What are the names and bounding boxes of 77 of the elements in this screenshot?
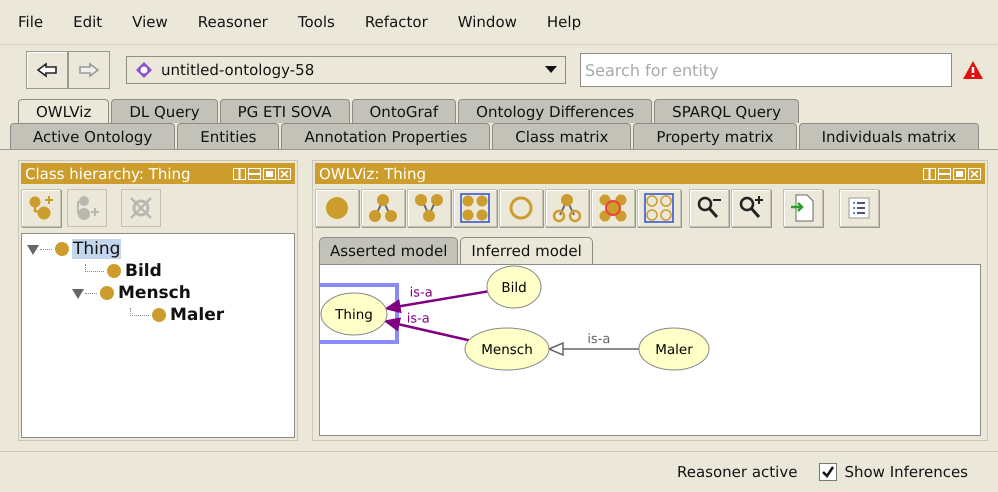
- checkmark-icon: [822, 466, 834, 478]
- zoom-in-button[interactable]: [731, 189, 771, 227]
- toolbar-button[interactable]: [453, 189, 497, 227]
- zoom-in-icon: [738, 195, 764, 221]
- options-button[interactable]: [839, 189, 879, 227]
- toolbar-button[interactable]: [591, 189, 635, 227]
- tab[interactable]: PG ETI SOVA: [220, 99, 350, 123]
- back-arrow-icon: [36, 62, 58, 78]
- search-field[interactable]: Search for entity: [580, 53, 952, 87]
- model-tab[interactable]: Asserted model: [319, 237, 458, 264]
- back-button[interactable]: [26, 51, 68, 89]
- menu-item[interactable]: Reasoner: [190, 9, 276, 35]
- node-label: Thing: [335, 307, 373, 323]
- show-inferences-checkbox[interactable]: [819, 463, 838, 481]
- zoom-out-icon: [696, 195, 722, 221]
- class-merge-icon: [413, 192, 445, 224]
- add-subclass-icon: [28, 195, 54, 221]
- checkbox-label: Show Inferences: [844, 463, 968, 481]
- class-icon: [100, 286, 114, 300]
- tab[interactable]: Entities: [177, 123, 280, 149]
- expand-toggle-icon[interactable]: [26, 242, 40, 256]
- expand-toggle-icon[interactable]: [71, 286, 85, 300]
- class-node[interactable]: [638, 328, 710, 370]
- class-node[interactable]: [486, 266, 542, 308]
- menu-item[interactable]: Help: [538, 9, 590, 35]
- ring-tree-icon: [551, 192, 583, 224]
- tree-item[interactable]: Thing: [72, 239, 122, 259]
- panel-title: Class hierarchy: Thing: [25, 164, 191, 182]
- delete-class-icon: [128, 195, 154, 221]
- ontology-dropdown[interactable]: untitled-ontology-58: [126, 56, 566, 84]
- zoom-out-button[interactable]: [689, 189, 729, 227]
- list-icon: [847, 196, 871, 220]
- node-label: Bild: [501, 280, 527, 296]
- class-tree-icon: [367, 192, 399, 224]
- tab[interactable]: Class matrix: [492, 123, 632, 149]
- tab[interactable]: Ontology Differences: [458, 99, 652, 123]
- node-label: Maler: [655, 342, 693, 358]
- add-sibling-icon: [74, 195, 100, 221]
- class-node[interactable]: [320, 292, 388, 336]
- class-icon: [107, 264, 121, 278]
- node-label: Mensch: [481, 342, 533, 358]
- menu-item[interactable]: Tools: [290, 9, 343, 35]
- ontology-icon: [135, 61, 153, 79]
- warning-icon: [962, 60, 984, 80]
- tab[interactable]: Property matrix: [633, 123, 797, 149]
- ring-grid-icon: [643, 192, 675, 224]
- highlighted-cluster-icon: [597, 192, 629, 224]
- tab[interactable]: Annotation Properties: [281, 123, 490, 149]
- menu-item[interactable]: Edit: [65, 9, 110, 35]
- forward-arrow-icon: [78, 62, 100, 78]
- menu-item[interactable]: View: [124, 9, 176, 35]
- tab[interactable]: OntoGraf: [352, 99, 456, 123]
- tab[interactable]: SPARQL Query: [654, 99, 799, 123]
- tree-item[interactable]: Mensch: [117, 283, 192, 303]
- menu-item[interactable]: Window: [450, 9, 525, 35]
- menu-item[interactable]: Refactor: [356, 9, 436, 35]
- tab[interactable]: DL Query: [111, 99, 218, 123]
- export-button[interactable]: [783, 189, 823, 227]
- tab[interactable]: Individuals matrix: [798, 123, 980, 149]
- class-icon: [152, 308, 166, 322]
- edge-label: is-a: [406, 312, 430, 327]
- dropdown-caret-icon: [545, 66, 557, 74]
- tab[interactable]: Active Ontology: [10, 123, 176, 149]
- edge-label: is-a: [587, 332, 610, 347]
- menu-item[interactable]: File: [10, 9, 52, 35]
- export-file-icon: [790, 194, 816, 222]
- reasoner-status: Reasoner active: [677, 463, 798, 481]
- tree-item[interactable]: Bild: [124, 261, 163, 281]
- class-node[interactable]: [464, 328, 550, 370]
- model-tab[interactable]: Inferred model: [460, 237, 593, 264]
- toolbar-button[interactable]: [637, 189, 681, 227]
- edge-label: is-a: [410, 286, 433, 301]
- tree-item[interactable]: Maler: [169, 305, 226, 325]
- filled-grid-icon: [459, 192, 491, 224]
- class-icon: [55, 242, 69, 256]
- panel-title: OWLViz: Thing: [319, 164, 426, 182]
- tab[interactable]: OWLViz: [18, 99, 110, 123]
